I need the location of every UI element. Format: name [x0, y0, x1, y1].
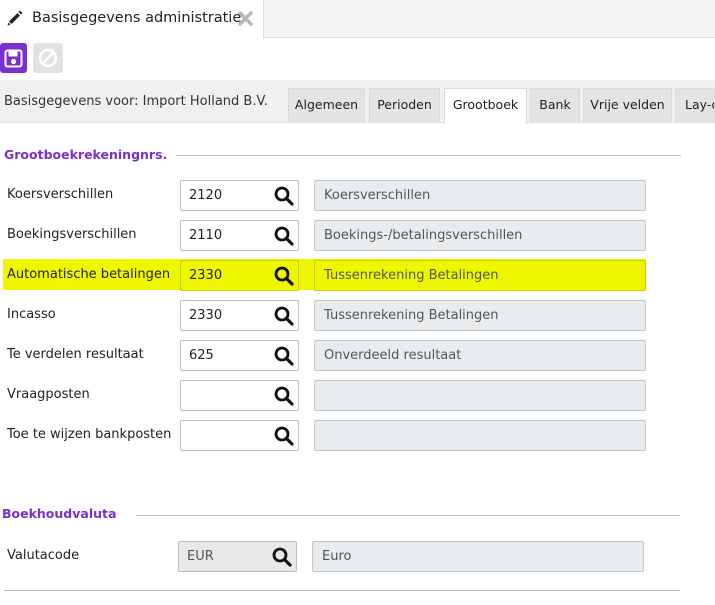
description-field-te-verdelen-resultaat: Onverdeeld resultaat — [314, 340, 646, 371]
row-label-boekingsverschillen: Boekingsverschillen — [7, 227, 137, 242]
search-icon[interactable] — [273, 265, 295, 287]
currency-code-input: EUR — [178, 541, 297, 572]
document-tab-title: Basisgegevens administratie — [32, 10, 242, 26]
description-field-automatische-betalingen: Tussenrekening Betalingen — [314, 260, 646, 291]
code-value: 2120 — [189, 188, 223, 203]
row-label-automatische-betalingen: Automatische betalingen — [7, 267, 171, 282]
search-icon[interactable] — [271, 546, 293, 568]
search-icon[interactable] — [273, 385, 295, 407]
page-title: Basisgegevens voor: Import Holland B.V. — [4, 94, 268, 109]
code-value: 2330 — [189, 268, 223, 283]
search-icon[interactable] — [273, 425, 295, 447]
description-field-boekingsverschillen: Boekings-/betalingsverschillen — [314, 220, 646, 251]
code-value: 625 — [189, 348, 214, 363]
search-icon[interactable] — [273, 305, 295, 327]
description-field-koersverschillen: Koersverschillen — [314, 180, 646, 211]
description-value: Tussenrekening Betalingen — [324, 268, 499, 283]
section-divider — [136, 515, 680, 516]
row-label-vraagposten: Vraagposten — [7, 387, 90, 402]
code-value: 2330 — [189, 308, 223, 323]
tab-grootboek[interactable]: Grootboek — [444, 88, 527, 124]
bottom-divider — [4, 590, 680, 591]
description-field-vraagposten — [314, 380, 646, 411]
tab-vrije-velden[interactable]: Vrije velden — [583, 88, 672, 122]
search-icon[interactable] — [273, 185, 295, 207]
description-value: Koersverschillen — [324, 188, 431, 203]
code-input-toe-te-wijzen-bankposten[interactable] — [180, 420, 299, 451]
tab-lay-out[interactable]: Lay-out — [675, 88, 715, 122]
code-input-automatische-betalingen[interactable]: 2330 — [180, 260, 299, 291]
row-label-te-verdelen-resultaat: Te verdelen resultaat — [7, 347, 144, 362]
section-title-grootboek: Grootboekrekeningnrs. — [4, 147, 168, 162]
code-input-incasso[interactable]: 2330 — [180, 300, 299, 331]
save-icon — [4, 49, 23, 68]
close-icon[interactable] — [238, 11, 253, 26]
description-field-incasso: Tussenrekening Betalingen — [314, 300, 646, 331]
code-input-boekingsverschillen[interactable]: 2110 — [180, 220, 299, 251]
code-input-te-verdelen-resultaat[interactable]: 625 — [180, 340, 299, 371]
description-value: Tussenrekening Betalingen — [324, 308, 499, 323]
description-value: Onverdeeld resultaat — [324, 348, 462, 363]
pencil-icon — [6, 9, 24, 27]
row-label-valutacode: Valutacode — [7, 548, 80, 563]
code-input-vraagposten[interactable] — [180, 380, 299, 411]
save-button[interactable] — [0, 43, 27, 73]
search-icon[interactable] — [273, 345, 295, 367]
tab-bank[interactable]: Bank — [530, 88, 580, 122]
row-label-koersverschillen: Koersverschillen — [7, 187, 114, 202]
description-field-toe-te-wijzen-bankposten — [314, 420, 646, 451]
section-title-boekhoudvaluta: Boekhoudvaluta — [2, 506, 117, 521]
code-input-koersverschillen[interactable]: 2120 — [180, 180, 299, 211]
search-icon[interactable] — [273, 225, 295, 247]
tab-algemeen[interactable]: Algemeen — [288, 88, 365, 122]
document-tab[interactable]: Basisgegevens administratie — [0, 0, 264, 39]
currency-code-value: EUR — [187, 549, 214, 564]
cancel-button[interactable] — [33, 43, 63, 73]
row-label-toe-te-wijzen-bankposten: Toe te wijzen bankposten — [7, 427, 172, 442]
row-label-incasso: Incasso — [7, 307, 56, 322]
section-divider — [176, 155, 681, 156]
tab-strip — [264, 0, 715, 38]
currency-description-field: Euro — [312, 541, 644, 572]
tab-perioden[interactable]: Perioden — [369, 88, 440, 122]
cancel-icon — [38, 48, 58, 68]
currency-description-value: Euro — [322, 549, 352, 564]
code-value: 2110 — [189, 228, 223, 243]
description-value: Boekings-/betalingsverschillen — [324, 228, 523, 243]
